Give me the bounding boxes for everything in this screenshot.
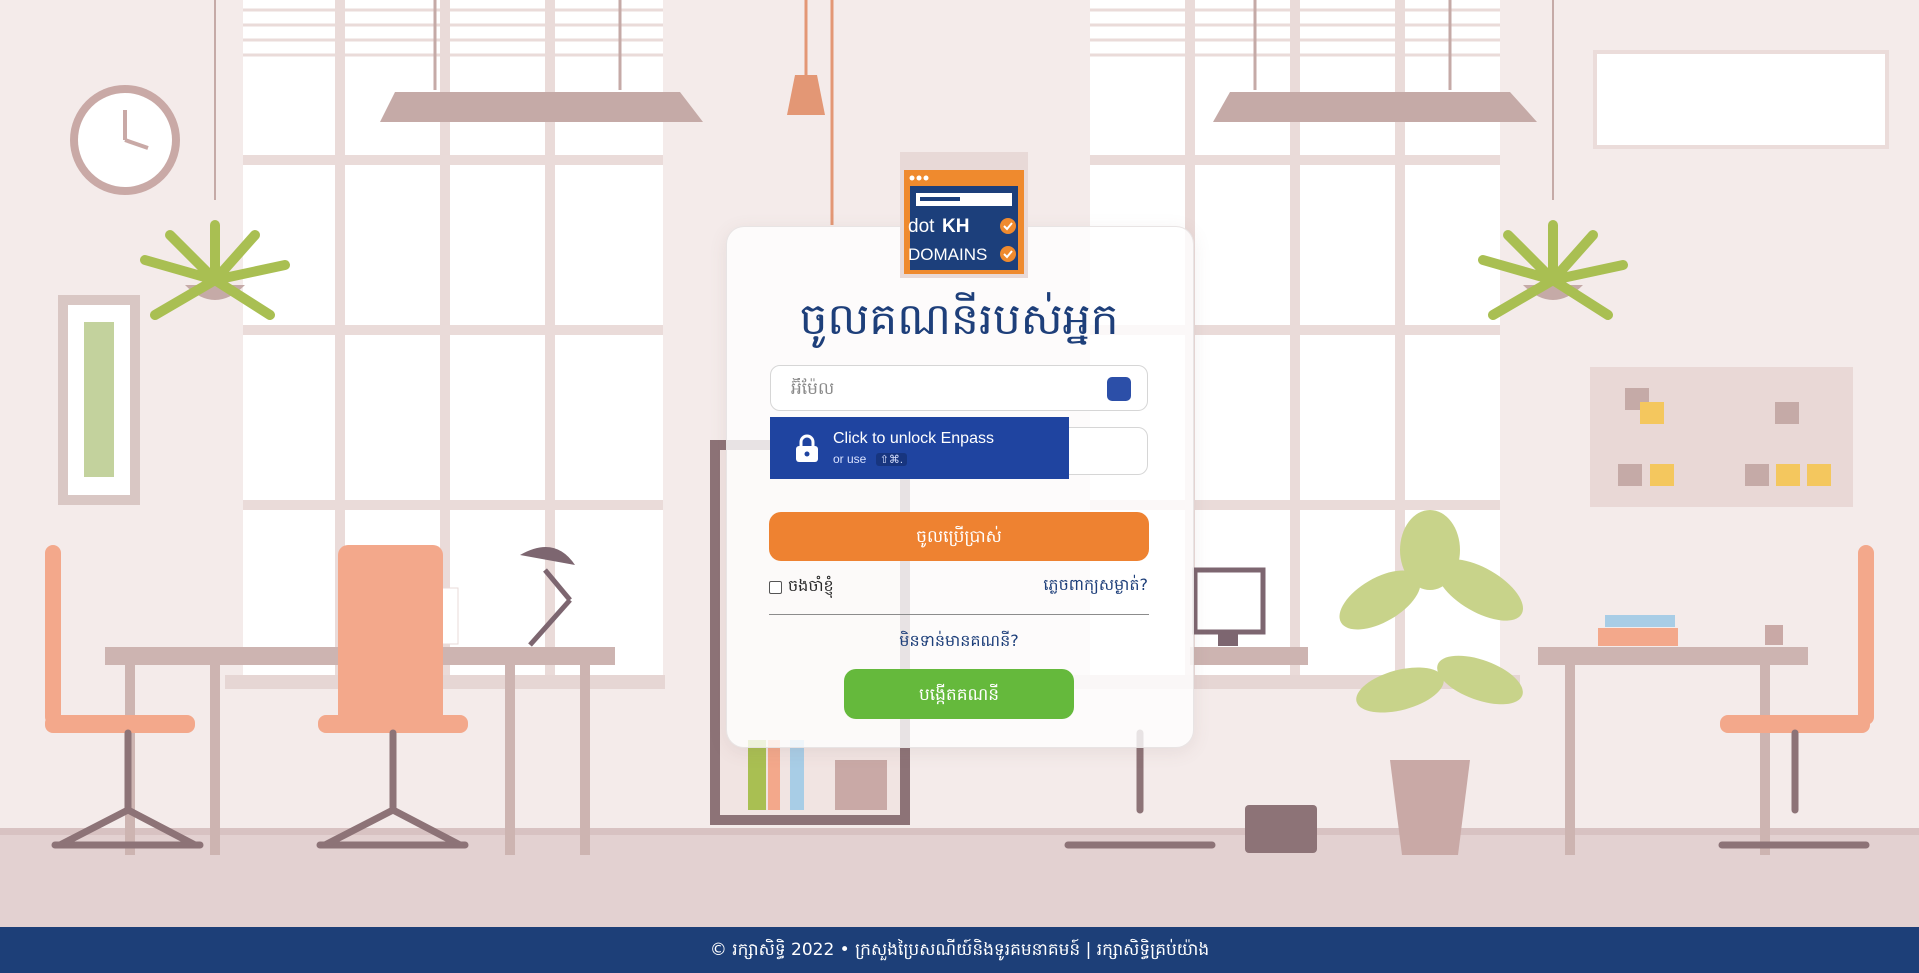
remember-label: ចងចាំខ្ញុំ	[788, 576, 834, 595]
login-button[interactable]: ចូលប្រើប្រាស់	[769, 512, 1149, 561]
email-field[interactable]	[770, 365, 1148, 412]
enpass-shortcut: ⇧⌘.	[875, 453, 907, 466]
svg-text:DOMAINS: DOMAINS	[908, 245, 987, 264]
dotkh-domains-logo: dot KH DOMAINS	[900, 152, 1028, 278]
svg-text:KH: KH	[942, 216, 969, 237]
lock-icon	[796, 434, 818, 462]
remember-checkbox[interactable]	[769, 580, 782, 594]
forgot-password-link[interactable]: ភ្លេចពាក្យសម្ងាត់?	[1043, 574, 1148, 598]
enpass-unlock-popup[interactable]: Click to unlock Enpass or use ⇧⌘.	[770, 417, 1069, 479]
email-input[interactable]	[789, 366, 1093, 412]
divider	[769, 614, 1149, 615]
enpass-unlock-title: Click to unlock Enpass	[833, 430, 994, 447]
remember-me[interactable]: ចងចាំខ្ញុំ	[769, 576, 834, 598]
enpass-unlock-subtitle: or use ⇧⌘.	[833, 452, 907, 466]
login-title: ចូលគណនីរបស់អ្នក	[799, 294, 1119, 345]
no-account-text: មិនទាន់មានគណនី?	[899, 631, 1019, 650]
svg-text:dot: dot	[908, 216, 935, 237]
enpass-subtitle-text: or use	[833, 452, 867, 466]
footer: © រក្សាសិទ្ធិ 2022 • ក្រសួងប្រៃសណីយ៍និងទ…	[0, 927, 1919, 973]
create-account-button[interactable]: បង្កើតគណនី	[844, 669, 1074, 719]
enpass-icon[interactable]	[1107, 377, 1131, 401]
footer-text: © រក្សាសិទ្ធិ 2022 • ក្រសួងប្រៃសណីយ៍និងទ…	[709, 940, 1210, 960]
